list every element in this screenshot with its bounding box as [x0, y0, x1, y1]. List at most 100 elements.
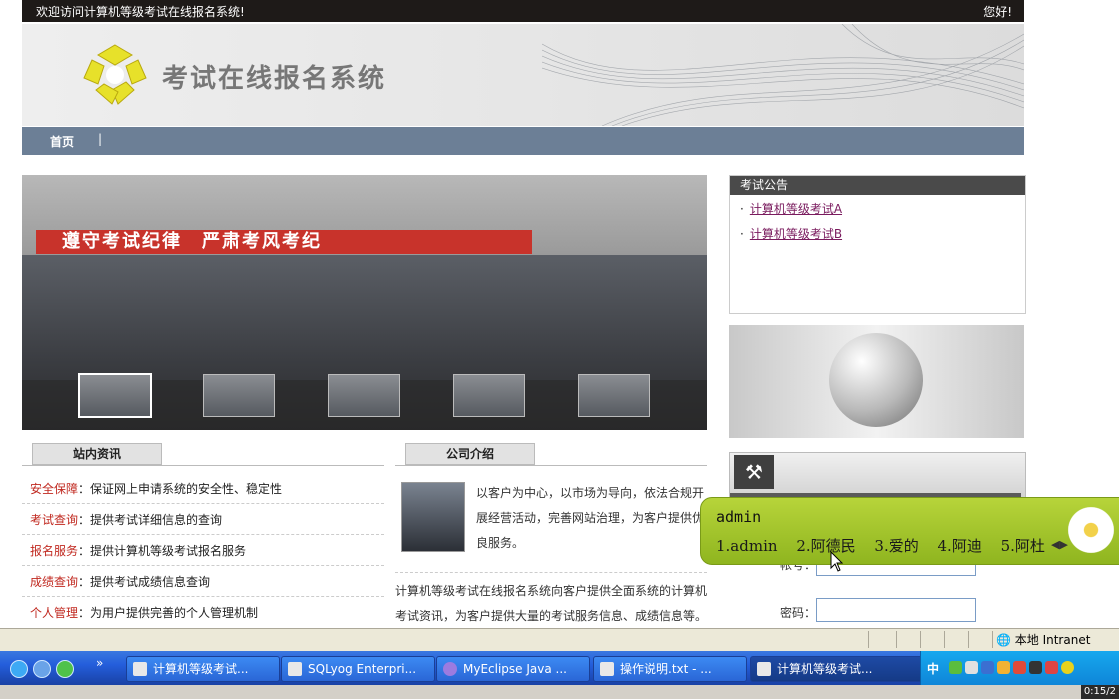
news-key: 考试查询: [30, 513, 79, 527]
company-header-line: [395, 465, 707, 466]
site-banner: 考试在线报名系统: [22, 24, 1024, 126]
news-row: 个人管理：为用户提供完善的个人管理机制: [30, 604, 258, 621]
company-desc-line: 考试资讯，为客户提供大量的考试服务信息、成绩信息等。: [395, 609, 708, 623]
divider: [22, 596, 384, 597]
divider: [22, 565, 384, 566]
taskbar-button[interactable]: 操作说明.txt - ...: [593, 656, 747, 682]
news-key: 个人管理: [30, 606, 79, 620]
windows-taskbar: » 计算机等级考试... SQLyog Enterpri... MyEclips…: [0, 651, 1119, 685]
gavel-icon: ⚒: [734, 455, 774, 489]
news-row: 报名服务：提供计算机等级考试报名服务: [30, 542, 246, 559]
app-quicklaunch-icon[interactable]: [56, 660, 74, 678]
password-input[interactable]: [816, 598, 976, 622]
company-image: [401, 482, 465, 552]
tray-monitor-icon[interactable]: [981, 661, 994, 674]
ime-candidate[interactable]: 1.admin: [716, 537, 778, 555]
tray-qq-icon[interactable]: [1013, 661, 1026, 674]
notice-header: 考试公告: [730, 176, 1025, 195]
taskbar-button-label: MyEclipse Java ...: [463, 662, 567, 676]
ime-candidate[interactable]: 2.阿德民: [796, 537, 855, 555]
company-intro-line: 展经营活动，完善网站治理，为客户提供优: [476, 511, 705, 525]
tray-network-icon[interactable]: [965, 661, 978, 674]
greeting-text: 您好!: [983, 5, 1012, 19]
browser-status-bar: 🌐 本地 Intranet: [0, 628, 1119, 651]
taskbar-button-label: SQLyog Enterpri...: [308, 662, 417, 676]
tray-app-icon[interactable]: [949, 661, 962, 674]
taskbar-button[interactable]: 计算机等级考试...: [126, 656, 280, 682]
news-desc: ：提供考试详细信息的查询: [78, 513, 223, 527]
notice-link-a[interactable]: 计算机等级考试A: [750, 202, 842, 216]
slide-thumbnail-1[interactable]: [78, 373, 152, 418]
taskbar-button-label: 计算机等级考试...: [153, 662, 249, 676]
security-zone-label: 本地 Intranet: [1014, 633, 1091, 647]
ime-candidate-list: 1.admin 2.阿德民 3.爱的 4.阿迪 5.阿杜: [716, 535, 1059, 556]
system-tray: 中: [920, 651, 1119, 685]
status-separator: [920, 631, 921, 648]
ie-quicklaunch-icon[interactable]: [10, 660, 28, 678]
taskbar-button-label: 操作说明.txt - ...: [620, 662, 712, 676]
top-welcome-bar: 欢迎访问计算机等级考试在线报名系统! 您好!: [22, 0, 1024, 22]
slide-thumbnail-4[interactable]: [453, 374, 525, 417]
news-header-line: [22, 465, 384, 466]
taskbar-button-active[interactable]: 计算机等级考试...: [750, 656, 926, 682]
banner-title: 考试在线报名系统: [162, 64, 387, 94]
tray-app2-icon[interactable]: [1029, 661, 1042, 674]
database-icon: [288, 662, 302, 676]
slide-thumbnail-5[interactable]: [578, 374, 650, 417]
divider: [22, 503, 384, 504]
news-desc: ：提供考试成绩信息查询: [78, 575, 211, 589]
tray-chinese-ime-icon[interactable]: [997, 661, 1010, 674]
news-row: 安全保障：保证网上申请系统的安全性、稳定性: [30, 480, 282, 497]
status-separator: [968, 631, 969, 648]
status-separator: [868, 631, 869, 648]
mouse-cursor-icon: [830, 551, 844, 572]
news-desc: ：保证网上申请系统的安全性、稳定性: [78, 482, 283, 496]
news-header: 站内资讯: [32, 443, 162, 465]
clock-text: 0:15/2: [1080, 685, 1119, 699]
notepad-icon: [600, 662, 614, 676]
company-desc-line: 计算机等级考试在线报名系统向客户提供全面系统的计算机: [395, 584, 708, 598]
slide-thumbnail-2[interactable]: [203, 374, 275, 417]
quicklaunch-chevron[interactable]: »: [96, 656, 103, 670]
notice-item: · 计算机等级考试B: [740, 227, 843, 241]
ie-window-icon: [757, 662, 771, 676]
daisy-icon: [1066, 502, 1116, 558]
news-key: 成绩查询: [30, 575, 79, 589]
company-intro-line: 以客户为中心，以市场为导向，依法合规开: [476, 486, 705, 500]
slide-thumbnail-3[interactable]: [328, 374, 400, 417]
status-separator: [944, 631, 945, 648]
tray-app3-icon[interactable]: [1045, 661, 1058, 674]
news-key: 报名服务: [30, 544, 79, 558]
globe-image: [729, 325, 1024, 438]
company-header: 公司介绍: [405, 443, 535, 465]
news-desc: ：提供计算机等级考试报名服务: [78, 544, 247, 558]
eclipse-icon: [443, 662, 457, 676]
globe-icon: [829, 333, 923, 427]
nav-home-link[interactable]: 首页: [50, 133, 74, 150]
taskbar-button-label: 计算机等级考试...: [777, 662, 873, 676]
tray-plus-icon[interactable]: [1061, 661, 1074, 674]
slide-slogan: 遵守考试纪律 严肃考风考纪: [36, 230, 532, 254]
exam-notice-panel: 考试公告 · 计算机等级考试A · 计算机等级考试B: [729, 175, 1026, 314]
ime-page-arrows-icon[interactable]: ◀▶: [1051, 538, 1068, 551]
ime-candidate-popup: admin 1.admin 2.阿德民 3.爱的 4.阿迪 5.阿杜 ◀▶: [700, 497, 1119, 565]
ime-indicator[interactable]: 中: [927, 660, 939, 677]
taskbar-button[interactable]: SQLyog Enterpri...: [281, 656, 435, 682]
divider: [22, 534, 384, 535]
news-desc: ：为用户提供完善的个人管理机制: [78, 606, 259, 620]
taskbar-button[interactable]: MyEclipse Java ...: [436, 656, 590, 682]
bottom-strip: 0:15/2: [0, 685, 1119, 699]
browser-quicklaunch-icon[interactable]: [33, 660, 51, 678]
ime-candidate[interactable]: 4.阿迪: [938, 537, 982, 555]
notice-item: · 计算机等级考试A: [740, 202, 843, 216]
security-zone-text: 🌐 本地 Intranet: [996, 633, 1091, 647]
notice-link-b[interactable]: 计算机等级考试B: [750, 227, 842, 241]
news-key: 安全保障: [30, 482, 79, 496]
photo-slideshow: 遵守考试纪律 严肃考风考纪: [22, 175, 707, 430]
main-nav: 首页 |: [22, 127, 1024, 155]
ime-candidate[interactable]: 3.爱的: [874, 537, 918, 555]
ime-candidate[interactable]: 5.阿杜: [1001, 537, 1045, 555]
news-row: 成绩查询：提供考试成绩信息查询: [30, 573, 210, 590]
banner-wave-decoration: [542, 24, 1024, 126]
window-icon: [133, 662, 147, 676]
